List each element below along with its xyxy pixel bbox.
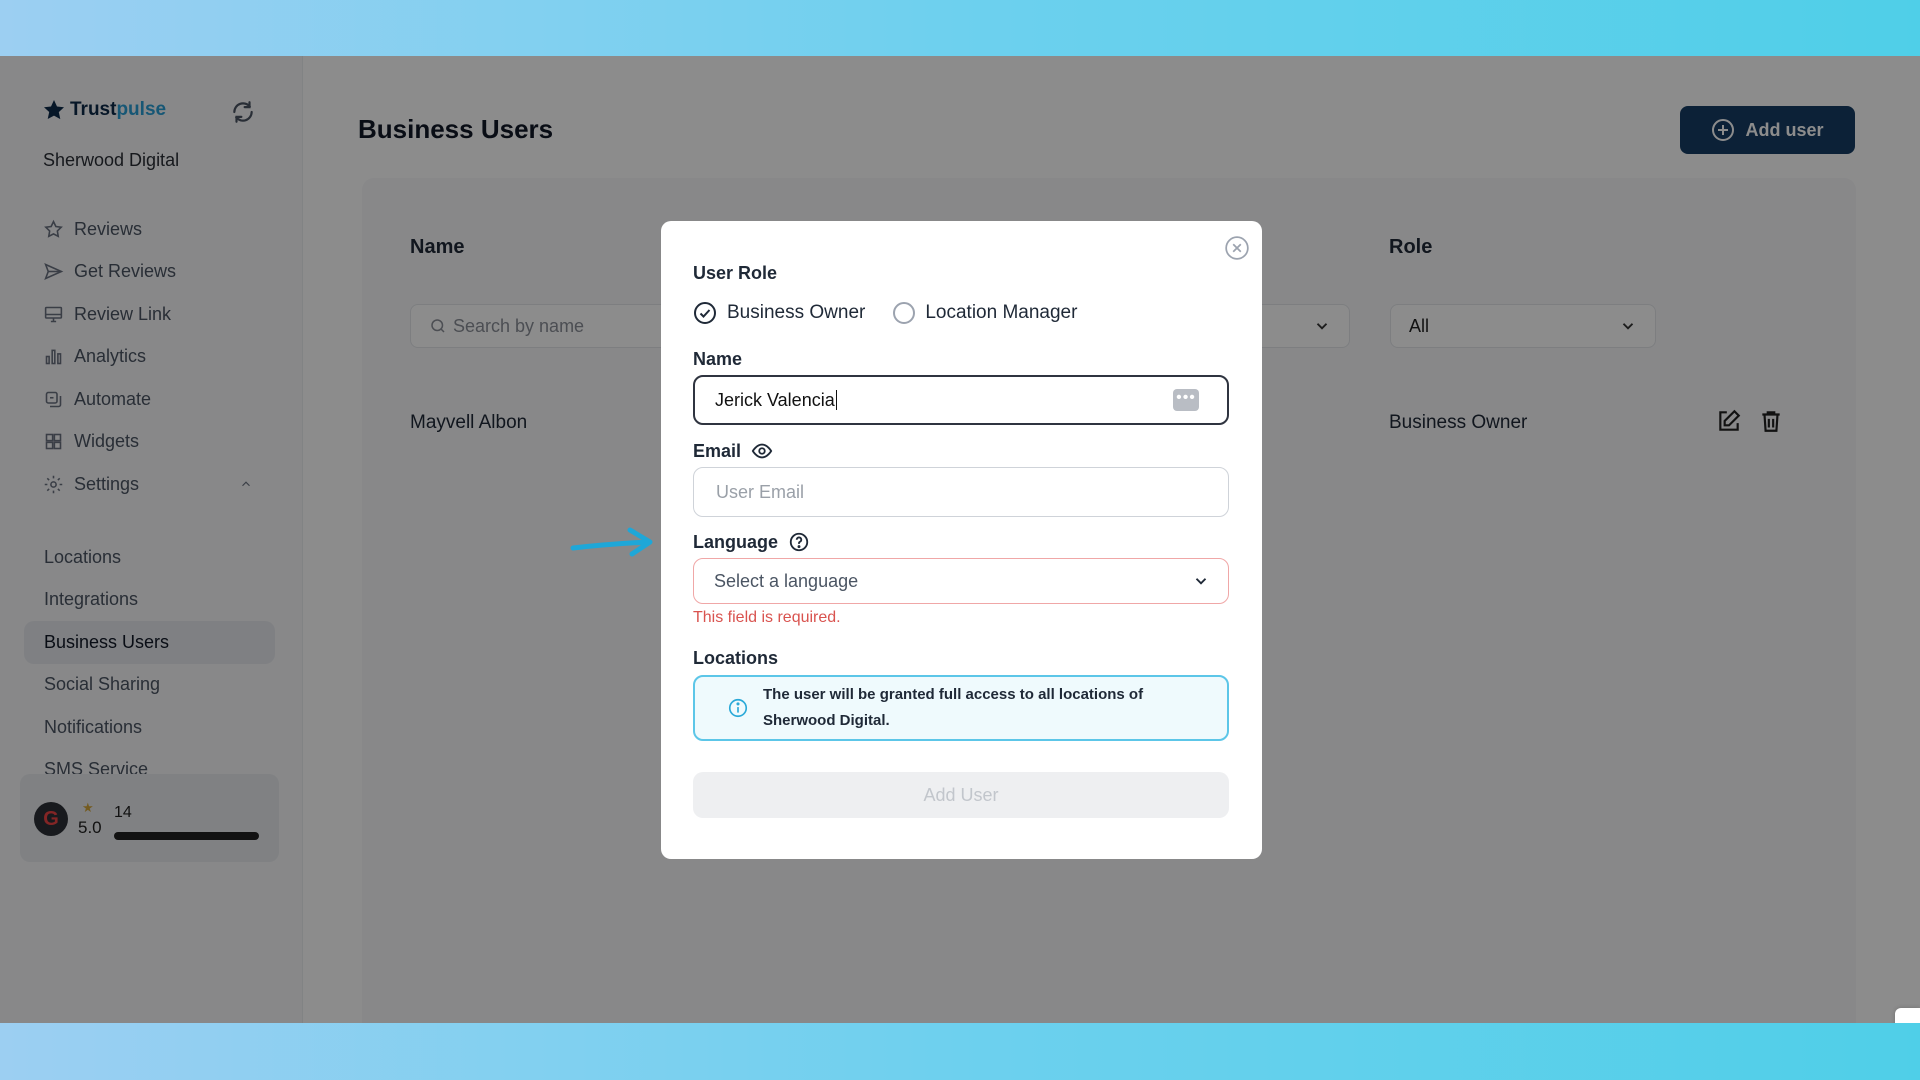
email-placeholder: User Email [716, 481, 805, 502]
user-role-label: User Role [693, 263, 778, 283]
radio-business-owner[interactable] [693, 301, 717, 325]
chevron-down-icon [1195, 578, 1207, 585]
language-label: Language [693, 531, 779, 552]
pointer-arrow-icon [570, 527, 653, 557]
locations-label: Locations [693, 648, 779, 668]
language-label-row: Language [693, 531, 810, 553]
email-label: Email [693, 440, 742, 461]
side-feedback-tab[interactable] [1895, 1008, 1920, 1023]
radio-location-manager[interactable] [893, 302, 916, 324]
autofill-icon[interactable]: ••• [1173, 389, 1199, 411]
locations-info-line-1: The user will be granted full access to … [763, 686, 1144, 703]
email-label-row: Email [693, 440, 773, 462]
radio-label-location-manager[interactable]: Location Manager [925, 302, 1077, 324]
locations-info-box: The user will be granted full access to … [693, 675, 1229, 741]
email-field[interactable]: User Email [693, 467, 1229, 517]
locations-info-line-2: Sherwood Digital. [763, 712, 890, 729]
eye-icon[interactable] [751, 440, 773, 462]
language-placeholder: Select a language [714, 570, 859, 591]
add-user-submit-button[interactable]: Add User [693, 772, 1229, 818]
language-error-text: This field is required. [693, 609, 841, 626]
close-icon[interactable] [1224, 235, 1250, 261]
text-caret [835, 390, 837, 410]
locations-info-text: The user will be granted full access to … [763, 682, 1143, 734]
info-icon [728, 698, 748, 718]
add-user-modal: User Role Business Owner Location Manage… [661, 221, 1262, 859]
radio-label-business-owner[interactable]: Business Owner [727, 302, 865, 324]
name-label: Name [693, 349, 743, 369]
language-select[interactable]: Select a language [693, 558, 1229, 604]
help-icon[interactable] [788, 531, 810, 553]
name-value: Jerick Valencia [715, 389, 835, 410]
user-role-radio-group: Business Owner Location Manager [693, 301, 1077, 325]
app-frame: Trust pulse Sherwood Digital Reviews Get … [0, 56, 1920, 1023]
name-field[interactable]: Jerick Valencia ••• [693, 375, 1229, 425]
